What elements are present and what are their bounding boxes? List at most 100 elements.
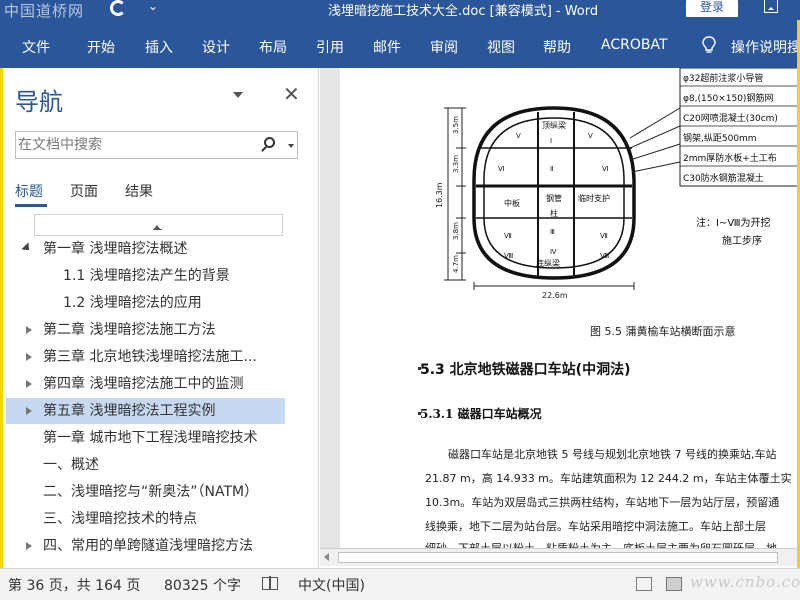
print-layout-icon[interactable]: [666, 577, 682, 591]
section-heading: 5.3 北京地铁磁器口车站(中洞法): [420, 362, 631, 378]
ribbon-display-options-icon[interactable]: [764, 0, 778, 13]
svg-text:临时支护: 临时支护: [578, 193, 610, 203]
tab-insert[interactable]: 插入: [145, 37, 173, 57]
svg-text:Ⅱ: Ⅱ: [550, 165, 553, 173]
expand-arrow-icon[interactable]: [26, 353, 32, 361]
tab-help[interactable]: 帮助: [543, 37, 571, 57]
expand-arrow-icon[interactable]: [26, 326, 32, 334]
word-count[interactable]: 80325 个字: [164, 575, 241, 595]
svg-text:Ⅵ: Ⅵ: [602, 165, 608, 173]
nav-heading-item[interactable]: 第五章 浅埋暗挖法工程实例: [6, 398, 285, 424]
tab-results[interactable]: 结果: [125, 181, 153, 201]
language-indicator[interactable]: 中文(中国): [298, 575, 365, 595]
tab-view[interactable]: 视图: [487, 37, 515, 57]
nav-heading-item[interactable]: 四、常用的单跨隧道浅埋暗挖方法: [6, 533, 322, 559]
nav-heading-label: 二、浅埋暗挖与“新奥法”（NATM）: [43, 484, 259, 500]
search-icon[interactable]: [264, 137, 275, 148]
label-middle-slab: 中板: [504, 198, 520, 208]
nav-heading-label: 三、浅埋暗挖技术的特点: [43, 511, 197, 527]
expand-arrow-icon[interactable]: [26, 407, 32, 415]
nav-heading-item[interactable]: 1.2 浅埋暗挖法的应用: [6, 290, 322, 316]
svg-text:柱: 柱: [550, 208, 558, 218]
nav-heading-item[interactable]: 第二章 浅埋暗挖法施工方法: [6, 317, 322, 343]
nav-heading-label: 四、常用的单跨隧道浅埋暗挖方法: [43, 538, 253, 554]
legend-item: C20网喷混凝土(30cm): [683, 112, 778, 124]
scroll-left-icon[interactable]: [324, 553, 329, 561]
tab-mailings[interactable]: 邮件: [373, 37, 401, 57]
page-count[interactable]: 第 36 页，共 164 页: [8, 575, 140, 595]
svg-text:3.5m: 3.5m: [452, 116, 460, 134]
paragraph-line: 磁器口车站是北京地铁 5 号线与规划北京地铁 7 号线的换乘站,车站: [448, 448, 777, 461]
tab-review[interactable]: 审阅: [430, 37, 458, 57]
collapse-arrow-icon[interactable]: [21, 242, 33, 254]
quick-access-dropdown-icon[interactable]: ⌄: [148, 0, 158, 13]
tab-references[interactable]: 引用: [316, 37, 344, 57]
nav-options-dropdown-icon[interactable]: [233, 92, 243, 103]
svg-text:Ⅲ: Ⅲ: [550, 228, 555, 236]
svg-text:3.8m: 3.8m: [452, 222, 460, 240]
figure-note: 注：Ⅰ~Ⅷ为开挖: [696, 216, 771, 229]
nav-heading-item[interactable]: 三、浅埋暗挖技术的特点: [6, 506, 322, 532]
lightbulb-icon: [702, 36, 716, 53]
proofing-book-icon[interactable]: [262, 576, 278, 590]
nav-search-box[interactable]: [15, 131, 298, 159]
expand-arrow-icon[interactable]: [26, 542, 32, 550]
nav-heading-item[interactable]: 1.1 浅埋暗挖法产生的背景: [6, 263, 322, 289]
scrollbar-thumb[interactable]: [338, 552, 778, 563]
nav-heading-label: 第二章 浅埋暗挖法施工方法: [43, 322, 216, 338]
legend-item: C30防水钢筋混凝土: [683, 172, 764, 184]
tab-layout[interactable]: 布局: [259, 37, 287, 57]
title-bar: 中国道桥网 ⌄ 浅埋暗挖施工技术大全.doc [兼容模式] - Word 登录: [0, 0, 800, 20]
autosave-icon[interactable]: [110, 0, 126, 16]
tab-design[interactable]: 设计: [202, 37, 230, 57]
scroll-up-button[interactable]: [34, 214, 283, 236]
tab-headings[interactable]: 标题: [15, 181, 43, 201]
paragraph-line: 10.3m。车站为双层岛式三拱两柱结构，车站地下一层为站厅层，预留通: [425, 496, 780, 509]
svg-text:4.7m: 4.7m: [452, 255, 460, 273]
nav-heading-item[interactable]: 第一章 浅埋暗挖法概述: [6, 236, 322, 262]
tell-me-search[interactable]: 操作说明搜索: [731, 37, 800, 57]
read-mode-icon[interactable]: [636, 577, 652, 591]
label-bottom-beam: 底纵梁: [536, 258, 560, 268]
tab-file[interactable]: 文件: [22, 37, 50, 57]
svg-text:3.3m: 3.3m: [452, 155, 460, 173]
nav-heading-item[interactable]: 第三章 北京地铁浅埋暗挖法施工...: [6, 344, 322, 370]
navigation-pane: 导航 ✕ 标题 页面 结果 第一章 浅埋暗挖法概述 1.1 浅埋暗挖法产生的背景 1…: [3, 68, 319, 568]
window-title: 浅埋暗挖施工技术大全.doc [兼容模式] - Word: [328, 4, 599, 19]
document-page[interactable]: 16.3m 3.5m 3.3m 4.7m 3.8m 顶纵梁 Ⅰ Ⅴ Ⅴ Ⅵ Ⅵ …: [340, 68, 797, 548]
search-input[interactable]: [18, 135, 258, 155]
nav-heading-item[interactable]: 二、浅埋暗挖与“新奥法”（NATM）: [6, 479, 322, 505]
nav-heading-label: 1.2 浅埋暗挖法的应用: [63, 295, 202, 311]
nav-heading-label: 第一章 浅埋暗挖法概述: [43, 241, 188, 257]
figure-note: 施工步序: [722, 234, 762, 247]
login-button[interactable]: 登录: [686, 0, 738, 17]
nav-heading-label: 1.1 浅埋暗挖法产生的背景: [63, 268, 230, 284]
search-options-dropdown-icon[interactable]: [288, 144, 294, 151]
close-icon[interactable]: ✕: [283, 82, 300, 106]
paragraph-line: 细砂，下部土层以粉土、粘质粉土为主，底板土层主要为卵石圆砾层，地: [425, 540, 777, 548]
nav-heading-item[interactable]: 第一章 城市地下工程浅埋暗挖技术: [6, 425, 322, 451]
svg-text:Ⅴ: Ⅴ: [516, 132, 521, 140]
svg-text:Ⅰ: Ⅰ: [550, 137, 552, 145]
svg-text:钢管: 钢管: [546, 193, 562, 203]
tab-acrobat[interactable]: ACROBAT: [601, 37, 668, 53]
status-bar: 第 36 页，共 164 页 80325 个字 中文(中国) www.cnbo.…: [0, 568, 800, 600]
label-top-beam: 顶纵梁: [542, 121, 566, 130]
nav-heading-item[interactable]: 第四章 浅埋暗挖法施工中的监测: [6, 371, 322, 397]
expand-arrow-icon[interactable]: [26, 380, 32, 388]
svg-text:Ⅷ: Ⅷ: [504, 252, 513, 260]
nav-heading-label: 第四章 浅埋暗挖法施工中的监测: [43, 376, 244, 392]
nav-heading-item[interactable]: 一、概述: [6, 452, 322, 478]
station-cross-section-figure: 16.3m 3.5m 3.3m 4.7m 3.8m 顶纵梁 Ⅰ Ⅴ Ⅴ Ⅵ Ⅵ …: [435, 68, 797, 300]
legend-item: 2mm厚防水板+土工布: [683, 152, 777, 164]
tab-home[interactable]: 开始: [87, 37, 115, 57]
horizontal-scrollbar[interactable]: [320, 548, 797, 566]
nav-heading-label: 第五章 浅埋暗挖法工程实例: [43, 403, 216, 419]
legend-item: 钢架,纵距500mm: [683, 132, 757, 144]
paragraph-line: 线换乘，地下二层为站台层。车站采用暗挖中洞法施工。车站上部土层: [425, 520, 766, 533]
subsection-heading: 5.3.1 磁器口车站概况: [420, 407, 542, 421]
document-area: 16.3m 3.5m 3.3m 4.7m 3.8m 顶纵梁 Ⅰ Ⅴ Ⅴ Ⅵ Ⅵ …: [320, 68, 797, 548]
svg-text:Ⅶ: Ⅶ: [504, 232, 512, 240]
dim-total-height: 16.3m: [435, 182, 444, 208]
tab-pages[interactable]: 页面: [70, 181, 98, 201]
